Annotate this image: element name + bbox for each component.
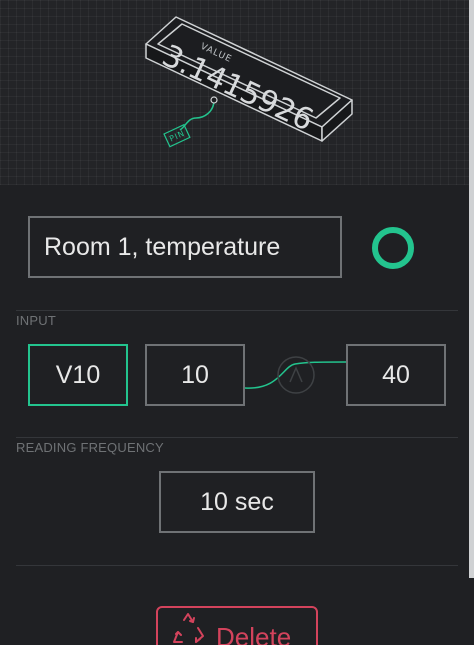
pin-selector[interactable]: V10 (28, 344, 128, 406)
reading-frequency-selector[interactable]: 10 sec (159, 471, 315, 533)
min-value: 10 (181, 360, 209, 389)
recycle-icon (173, 613, 204, 643)
delete-button[interactable]: Delete (156, 606, 318, 645)
delete-button-label: Delete (216, 621, 292, 645)
widget-settings-page: VALUE 3.1415926 PIN Room 1, temperature … (0, 0, 474, 645)
divider (16, 437, 458, 438)
widget-name-value: Room 1, temperature (44, 232, 281, 261)
scrollbar[interactable] (469, 0, 474, 578)
value-display-illustration: VALUE 3.1415926 PIN (145, 16, 353, 148)
divider (16, 310, 458, 311)
mapping-curve (245, 356, 346, 394)
widget-name-input[interactable]: Room 1, temperature (28, 216, 342, 278)
input-section-label: INPUT (16, 313, 56, 328)
widget-color-picker[interactable] (372, 227, 414, 269)
divider (16, 565, 458, 566)
widget-preview-header: VALUE 3.1415926 PIN (0, 0, 474, 185)
pin-value: V10 (55, 360, 101, 389)
reading-frequency-value: 10 sec (200, 487, 274, 516)
reading-frequency-label: READING FREQUENCY (16, 440, 164, 455)
min-value-input[interactable]: 10 (145, 344, 245, 406)
max-value: 40 (382, 360, 410, 389)
max-value-input[interactable]: 40 (346, 344, 446, 406)
mapping-toggle-icon[interactable] (277, 356, 315, 394)
